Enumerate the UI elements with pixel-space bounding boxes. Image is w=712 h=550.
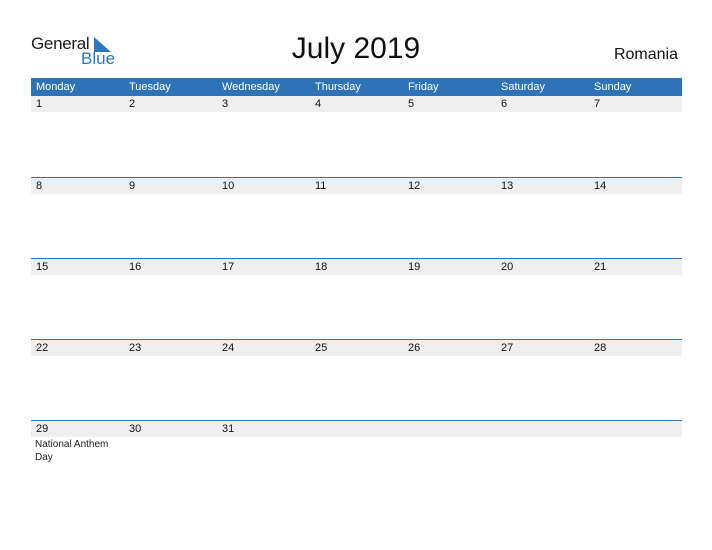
- event-row: [31, 112, 682, 113]
- day-number: 2: [129, 98, 136, 110]
- day-number: 9: [129, 180, 136, 192]
- day-number: 13: [501, 180, 514, 192]
- day-number: 22: [36, 342, 49, 354]
- event-row: [31, 356, 682, 357]
- weekday-label: Thursday: [315, 81, 361, 93]
- day-number: 31: [222, 423, 235, 435]
- date-row: 1 2 3 4 5 6 7: [31, 96, 682, 112]
- day-event: [496, 194, 589, 195]
- event-row: National Anthem Day: [31, 437, 682, 464]
- day-event: [403, 356, 496, 357]
- day-number: 7: [594, 98, 601, 110]
- day-number: 30: [129, 423, 142, 435]
- day-number: 20: [501, 261, 514, 273]
- day-event: [496, 112, 589, 113]
- week-row: 29 30 31 National Anthem Day: [31, 420, 682, 501]
- day-number: 27: [501, 342, 514, 354]
- day-number: 12: [408, 180, 421, 192]
- week-row: 22 23 24 25 26 27 28: [31, 339, 682, 420]
- day-number: 26: [408, 342, 421, 354]
- day-event: [310, 437, 403, 464]
- day-number: 17: [222, 261, 235, 273]
- date-row: 29 30 31: [31, 421, 682, 437]
- day-event: [310, 112, 403, 113]
- day-event: [589, 437, 682, 464]
- day-number: 23: [129, 342, 142, 354]
- day-number: 10: [222, 180, 235, 192]
- day-event: [217, 112, 310, 113]
- country-label: Romania: [613, 46, 678, 63]
- day-event: [217, 437, 310, 464]
- day-event: [217, 194, 310, 195]
- day-event: [496, 275, 589, 276]
- day-event: [589, 275, 682, 276]
- day-number: 21: [594, 261, 607, 273]
- day-number: 4: [315, 98, 322, 110]
- event-row: [31, 275, 682, 276]
- day-number: 6: [501, 98, 508, 110]
- day-number: 3: [222, 98, 229, 110]
- day-event: [124, 437, 217, 464]
- weekday-label: Friday: [408, 81, 439, 93]
- day-event: [31, 194, 124, 195]
- day-event: [403, 194, 496, 195]
- day-event: [403, 275, 496, 276]
- day-number: 18: [315, 261, 328, 273]
- week-row: 8 9 10 11 12 13 14: [31, 177, 682, 258]
- day-number: 11: [315, 180, 327, 192]
- weekday-label: Saturday: [501, 81, 546, 93]
- day-event: [589, 194, 682, 195]
- day-number: 28: [594, 342, 607, 354]
- day-number: 24: [222, 342, 235, 354]
- day-event: [403, 112, 496, 113]
- day-event: [310, 356, 403, 357]
- day-event: [310, 275, 403, 276]
- day-number: [589, 421, 682, 437]
- day-event: [31, 112, 124, 113]
- day-event: [310, 194, 403, 195]
- day-number: 25: [315, 342, 328, 354]
- day-number: 14: [594, 180, 607, 192]
- day-event: [124, 194, 217, 195]
- day-event: [31, 356, 124, 357]
- weekday-label: Tuesday: [129, 81, 171, 93]
- day-number: 16: [129, 261, 142, 273]
- day-number: 8: [36, 180, 43, 192]
- day-event: [496, 437, 589, 464]
- day-number: 15: [36, 261, 49, 273]
- week-row: 15 16 17 18 19 20 21: [31, 258, 682, 339]
- day-event: [124, 275, 217, 276]
- date-row: 22 23 24 25 26 27 28: [31, 340, 682, 356]
- weekday-label: Wednesday: [222, 81, 280, 93]
- day-event: [124, 356, 217, 357]
- weekday-header: Monday Tuesday Wednesday Thursday Friday…: [31, 78, 682, 96]
- weekday-label: Sunday: [594, 81, 632, 93]
- day-event: [403, 437, 496, 464]
- day-event: [124, 112, 217, 113]
- date-row: 8 9 10 11 12 13 14: [31, 178, 682, 194]
- event-row: [31, 194, 682, 195]
- page-title: July 2019: [291, 32, 421, 65]
- day-number: [496, 421, 589, 437]
- day-number: 19: [408, 261, 421, 273]
- day-number: [310, 421, 403, 437]
- day-event: [31, 275, 124, 276]
- day-event: National Anthem Day: [35, 439, 109, 463]
- weekday-label: Monday: [36, 81, 76, 93]
- week-row: 1 2 3 4 5 6 7: [31, 96, 682, 177]
- day-event: [589, 112, 682, 113]
- day-event: [217, 356, 310, 357]
- day-event: [217, 275, 310, 276]
- day-event: [496, 356, 589, 357]
- day-event: [589, 356, 682, 357]
- day-number: 29: [36, 423, 49, 435]
- day-number: 5: [408, 98, 415, 110]
- date-row: 15 16 17 18 19 20 21: [31, 259, 682, 275]
- calendar-grid: Monday Tuesday Wednesday Thursday Friday…: [31, 78, 682, 501]
- day-number: [403, 421, 496, 437]
- day-number: 1: [36, 98, 43, 110]
